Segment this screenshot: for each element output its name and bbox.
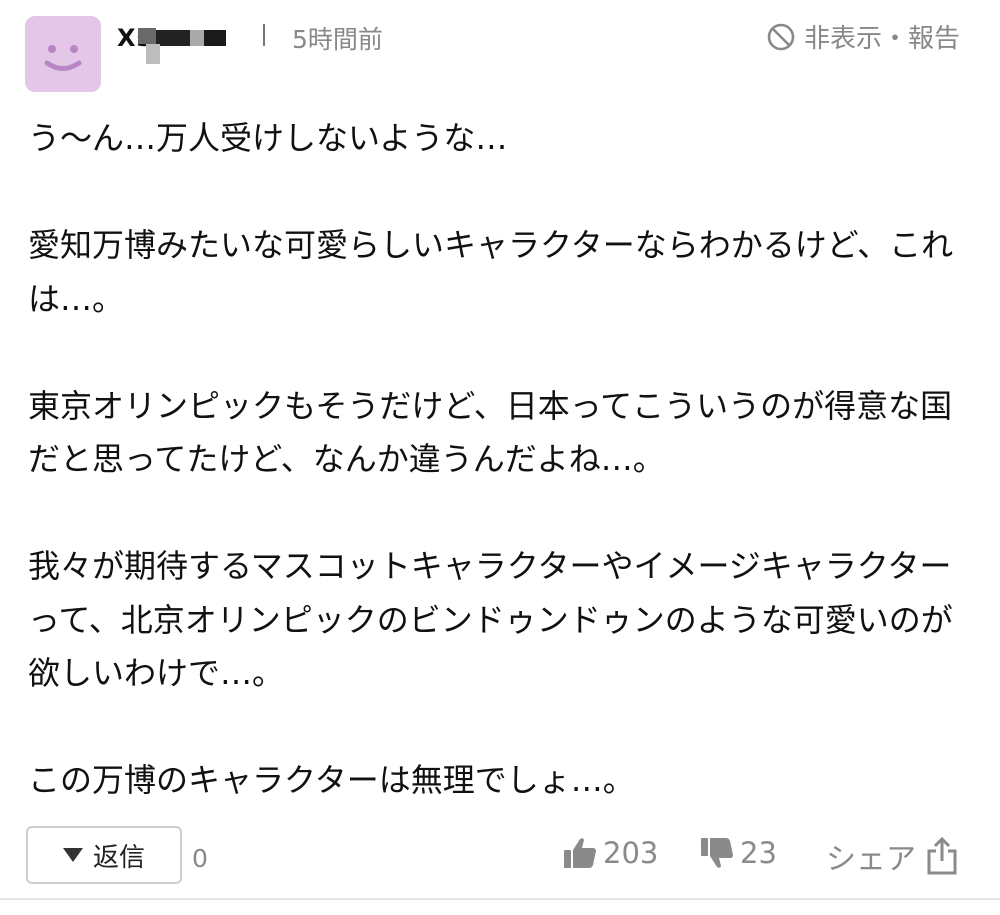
timestamp: 5時間前 — [292, 25, 383, 54]
like-count: 203 — [603, 836, 659, 870]
share-button[interactable]: シェア — [826, 834, 958, 878]
thumbs-up-icon — [564, 838, 596, 868]
hide-report-label: 非表示・報告 — [803, 24, 960, 54]
comment-paragraph: 東京オリンピックもそうだけど、日本ってこういうのが得意な国だと思ってたけど、なん… — [28, 386, 953, 479]
like-button[interactable]: 203 — [563, 836, 658, 870]
comment-footer: 返信 0 203 23 シェア — [0, 822, 1000, 892]
divider — [0, 898, 1000, 900]
comment-paragraph: 愛知万博みたいな可愛らしいキャラクターならわかるけど、これは…。 — [28, 226, 954, 318]
avatar[interactable] — [25, 16, 101, 92]
prohibited-icon — [767, 23, 795, 50]
thumbs-down-icon — [701, 838, 733, 868]
comment-paragraph: 我々が期待するマスコットキャラクターやイメージキャラクターって、北京オリンピック… — [28, 547, 953, 692]
share-up-arrow-icon — [927, 837, 957, 875]
dislike-count: 23 — [740, 836, 777, 870]
dislike-button[interactable]: 23 — [700, 836, 777, 870]
hide-report-button[interactable]: 非表示・報告 — [766, 18, 960, 55]
header-separator — [263, 24, 265, 46]
comment-paragraph: この万博のキャラクターは無理でしょ…。 — [28, 761, 635, 799]
reply-label: 返信 — [92, 842, 145, 873]
smiley-face-icon — [44, 45, 82, 71]
reply-button[interactable]: 返信 — [26, 826, 182, 884]
comment-header: Xs 5時間前 非表示・報告 — [0, 0, 1000, 100]
caret-down-icon — [62, 848, 83, 862]
reply-count: 0 — [192, 844, 208, 873]
comment-body: う〜ん…万人受けしないような… 愛知万博みたいな可愛らしいキャラクターならわかる… — [28, 112, 978, 808]
comment-paragraph: う〜ん…万人受けしないような… — [28, 119, 508, 157]
share-label: シェア — [826, 842, 916, 877]
